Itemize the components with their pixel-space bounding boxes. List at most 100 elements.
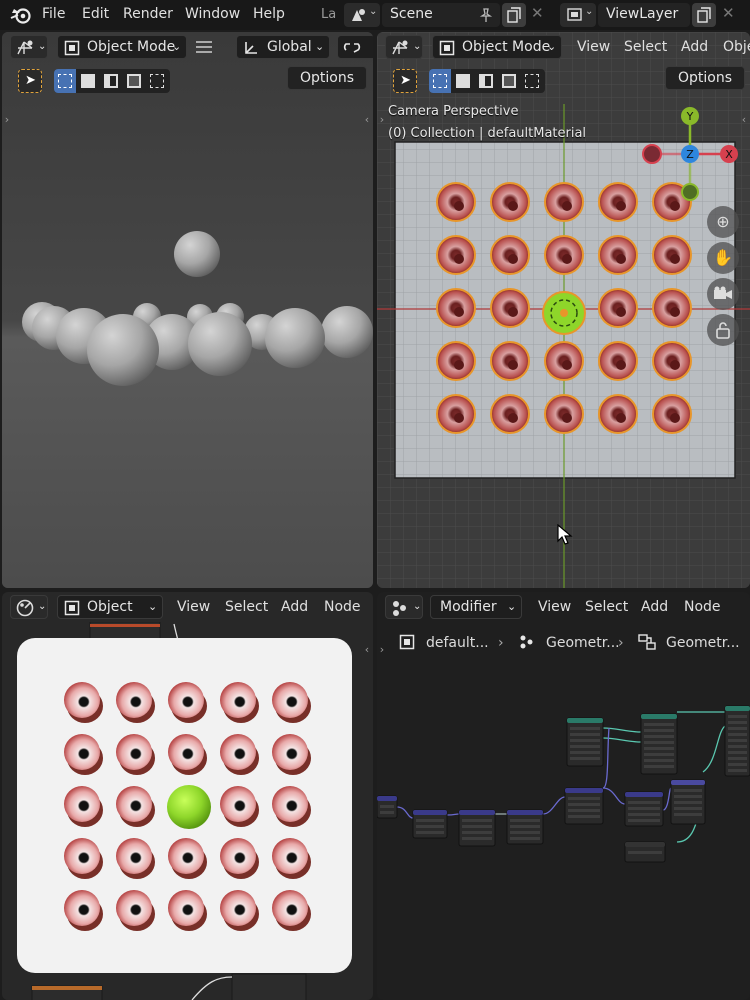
menu-node[interactable]: Node bbox=[324, 592, 361, 622]
eye-object[interactable] bbox=[544, 235, 584, 275]
graph-node[interactable] bbox=[412, 809, 448, 839]
select-intersect-button[interactable] bbox=[521, 69, 543, 93]
menu-view[interactable]: View bbox=[177, 592, 210, 622]
breadcrumb-modifier[interactable]: Geometr... bbox=[546, 628, 620, 658]
graph-node[interactable] bbox=[506, 809, 544, 845]
menu-help[interactable]: Help bbox=[253, 0, 285, 30]
eye-object[interactable] bbox=[436, 182, 476, 222]
breadcrumb-object[interactable]: default... bbox=[426, 628, 489, 658]
new-scene-button[interactable] bbox=[502, 3, 526, 27]
select-subtract-button[interactable] bbox=[100, 69, 122, 93]
graph-node[interactable] bbox=[458, 809, 496, 847]
scene-name-field[interactable]: Scene bbox=[382, 3, 500, 27]
graph-node[interactable] bbox=[724, 705, 750, 777]
transform-orientation-dropdown[interactable]: Global ⌄ bbox=[236, 35, 330, 59]
chevron-left-icon[interactable]: ‹ bbox=[362, 112, 372, 128]
menu-file[interactable]: File bbox=[42, 0, 65, 30]
select-invert-button[interactable] bbox=[123, 69, 145, 93]
chevron-right-icon[interactable]: › bbox=[2, 112, 12, 128]
snap-button[interactable] bbox=[337, 35, 373, 59]
editor-type-button[interactable]: ⌄ bbox=[385, 35, 423, 59]
eye-object[interactable] bbox=[598, 235, 638, 275]
pin-icon[interactable] bbox=[478, 7, 494, 23]
graph-node[interactable] bbox=[640, 713, 678, 775]
camera-icon[interactable] bbox=[707, 278, 739, 310]
select-extend-button[interactable] bbox=[452, 69, 474, 93]
menu-view[interactable]: View bbox=[577, 32, 610, 62]
viewport-left[interactable]: ⌄ Object Mode ⌄ Global ⌄ ➤ Options › ‹ bbox=[2, 32, 373, 588]
eye-object[interactable] bbox=[598, 394, 638, 434]
chevron-right-icon[interactable]: › bbox=[377, 642, 387, 658]
eye-object[interactable] bbox=[436, 235, 476, 275]
hamburger-icon[interactable] bbox=[196, 41, 212, 53]
graph-node[interactable] bbox=[566, 717, 604, 767]
eye-object[interactable] bbox=[490, 394, 530, 434]
eye-object[interactable] bbox=[598, 182, 638, 222]
viewlayer-browse-button[interactable]: ⌄ bbox=[560, 3, 596, 27]
select-new-button[interactable] bbox=[429, 69, 451, 93]
eye-object[interactable] bbox=[490, 341, 530, 381]
eye-object[interactable] bbox=[598, 288, 638, 328]
options-dropdown[interactable]: Options bbox=[287, 66, 367, 90]
eye-object[interactable] bbox=[652, 394, 692, 434]
new-viewlayer-button[interactable] bbox=[692, 3, 716, 27]
object-mode-dropdown[interactable]: Object Mode ⌄ bbox=[432, 35, 562, 59]
select-new-button[interactable] bbox=[54, 69, 76, 93]
menu-window[interactable]: Window bbox=[185, 0, 240, 30]
active-sphere[interactable] bbox=[542, 291, 586, 335]
chevron-right-icon[interactable]: › bbox=[377, 112, 387, 128]
eye-object[interactable] bbox=[490, 182, 530, 222]
select-tool-button[interactable]: ➤ bbox=[18, 69, 42, 93]
select-invert-button[interactable] bbox=[498, 69, 520, 93]
viewlayer-name-field[interactable]: ViewLayer bbox=[598, 3, 690, 27]
select-subtract-button[interactable] bbox=[475, 69, 497, 93]
workspace-tab[interactable]: La bbox=[321, 0, 336, 30]
select-intersect-button[interactable] bbox=[146, 69, 168, 93]
menu-add[interactable]: Add bbox=[681, 32, 708, 62]
select-tool-button[interactable]: ➤ bbox=[393, 69, 417, 93]
graph-node[interactable] bbox=[377, 795, 398, 819]
eye-object[interactable] bbox=[436, 341, 476, 381]
menu-view[interactable]: View bbox=[538, 592, 571, 622]
editor-type-button[interactable]: ⌄ bbox=[385, 595, 423, 619]
eye-object[interactable] bbox=[652, 235, 692, 275]
eye-object[interactable] bbox=[544, 182, 584, 222]
eye-object[interactable] bbox=[490, 288, 530, 328]
eye-object[interactable] bbox=[652, 288, 692, 328]
menu-select[interactable]: Select bbox=[585, 592, 628, 622]
options-dropdown[interactable]: Options bbox=[665, 66, 745, 90]
gizmo-neg-y-axis[interactable] bbox=[681, 183, 699, 201]
menu-edit[interactable]: Edit bbox=[82, 0, 109, 30]
menu-render[interactable]: Render bbox=[123, 0, 173, 30]
editor-type-button[interactable]: ⌄ bbox=[10, 595, 48, 619]
eye-object[interactable] bbox=[544, 341, 584, 381]
chevron-left-icon[interactable]: ‹ bbox=[739, 112, 749, 128]
modifier-context-dropdown[interactable]: Modifier ⌄ bbox=[430, 595, 522, 619]
graph-node[interactable] bbox=[564, 787, 604, 825]
scene-browse-button[interactable]: ⌄ bbox=[344, 3, 380, 27]
eye-object[interactable] bbox=[652, 341, 692, 381]
menu-select[interactable]: Select bbox=[624, 32, 667, 62]
graph-node[interactable] bbox=[624, 791, 664, 827]
eye-object[interactable] bbox=[436, 288, 476, 328]
lock-icon[interactable] bbox=[707, 314, 739, 346]
eye-object[interactable] bbox=[544, 394, 584, 434]
close-icon[interactable]: ✕ bbox=[531, 4, 544, 22]
eye-object[interactable] bbox=[436, 394, 476, 434]
editor-type-button[interactable]: ⌄ bbox=[10, 35, 48, 59]
eye-object[interactable] bbox=[490, 235, 530, 275]
graph-node[interactable] bbox=[670, 779, 706, 825]
menu-object[interactable]: Obje bbox=[723, 32, 750, 62]
breadcrumb-node-group[interactable]: Geometr... bbox=[666, 628, 740, 658]
shader-editor[interactable]: ⌄ Object ⌄ View Select Add Node ‹ bbox=[2, 592, 373, 1000]
select-extend-button[interactable] bbox=[77, 69, 99, 93]
close-icon[interactable]: ✕ bbox=[722, 4, 735, 22]
menu-add[interactable]: Add bbox=[641, 592, 668, 622]
navigation-gizmo[interactable]: Y X Z bbox=[639, 104, 749, 204]
menu-node[interactable]: Node bbox=[684, 592, 721, 622]
blender-logo-icon[interactable] bbox=[10, 5, 32, 25]
eye-object[interactable] bbox=[598, 341, 638, 381]
menu-add[interactable]: Add bbox=[281, 592, 308, 622]
gizmo-neg-x-axis[interactable] bbox=[642, 144, 662, 164]
hand-pan-icon[interactable]: ✋ bbox=[707, 242, 739, 274]
